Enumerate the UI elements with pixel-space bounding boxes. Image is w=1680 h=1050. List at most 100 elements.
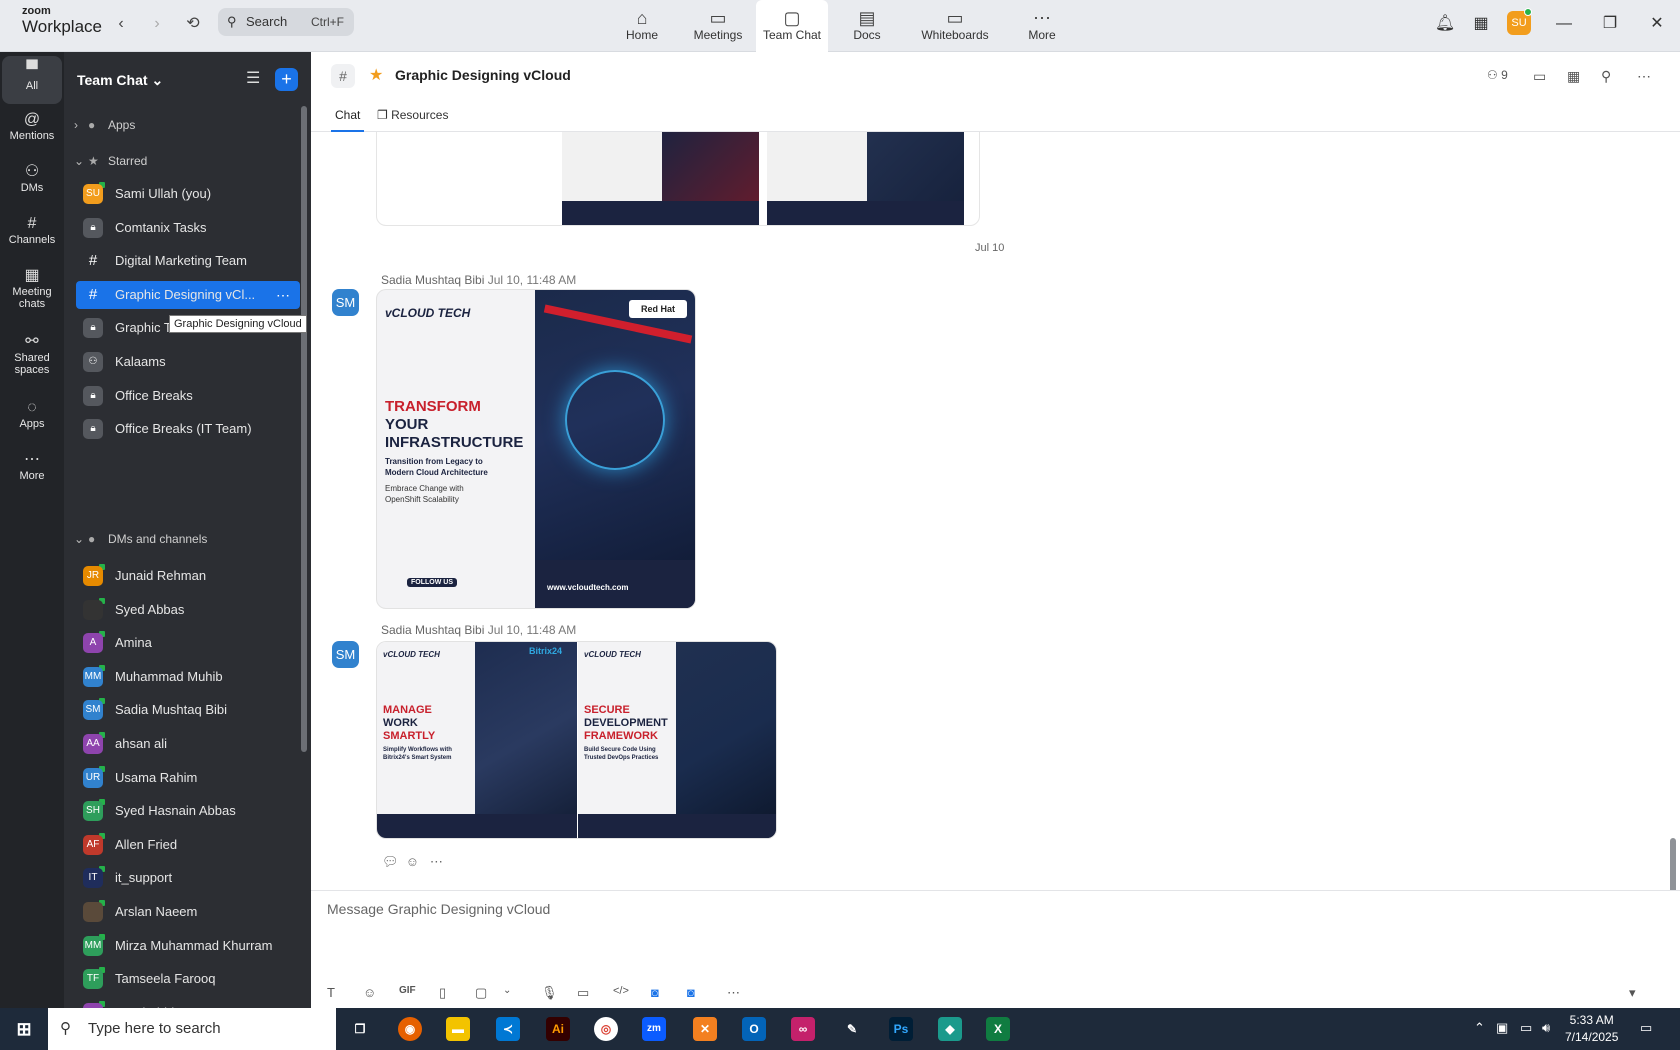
outlook-icon[interactable]: O	[742, 1017, 766, 1041]
history-icon[interactable]: ⟲	[183, 14, 203, 34]
prev-image-attachment[interactable]	[376, 132, 980, 226]
filter-icon[interactable]: ☰	[246, 68, 260, 88]
taskbar-search[interactable]: ⚲ Type here to search	[48, 1008, 336, 1050]
app-icon[interactable]: ◙	[651, 985, 659, 1000]
xampp-icon[interactable]: ✕	[693, 1017, 717, 1041]
rail-shared-spaces[interactable]: ⚯ Shared spaces	[2, 334, 62, 377]
photoshop-icon[interactable]: Ps	[889, 1017, 913, 1041]
bell-icon[interactable]: 🔔︎	[1433, 12, 1457, 36]
section-starred[interactable]: ⌄ ★ Starred	[74, 151, 147, 171]
tab-chat[interactable]: Chat	[331, 108, 365, 132]
pen-tool-icon[interactable]: ✎	[840, 1017, 864, 1041]
zoom-icon[interactable]: zm	[642, 1017, 666, 1041]
emoji-icon[interactable]: ☺	[363, 985, 376, 1000]
screenshot-icon[interactable]: ▢	[475, 985, 487, 1001]
task-view-icon[interactable]: ❐	[348, 1017, 372, 1041]
mic-icon[interactable]: 🎙︎	[541, 985, 558, 1001]
more-icon[interactable]: ⋯	[727, 985, 740, 1001]
chrome-icon[interactable]: ◎	[594, 1017, 618, 1041]
send-icon[interactable]: ▾	[1629, 985, 1636, 1001]
dms-item[interactable]: Syed Abbas	[76, 596, 300, 624]
tab-home[interactable]: ⌂ Home	[620, 0, 664, 52]
dms-item[interactable]: A Amina	[76, 629, 300, 657]
emoji-icon[interactable]: ☺	[406, 854, 419, 869]
file-icon[interactable]: ▯	[439, 985, 446, 1001]
search-box[interactable]: ⚲ Search Ctrl+F	[218, 8, 354, 36]
restore-icon[interactable]: ❐	[1598, 12, 1622, 36]
members-count[interactable]: ⚇ 9	[1487, 68, 1508, 82]
starred-item[interactable]: 🔒︎ Comtanix Tasks	[76, 214, 300, 242]
avatar[interactable]: SM	[332, 641, 359, 668]
chevron-down-icon[interactable]: ⌄	[503, 985, 511, 996]
firefox-icon[interactable]: ◉	[398, 1017, 422, 1041]
starred-item[interactable]: ⚇ Kalaams	[76, 348, 300, 376]
video-icon[interactable]: ▭	[1533, 68, 1546, 85]
more-icon[interactable]: ⋯	[276, 281, 290, 309]
poster-transform-image[interactable]: www.vcloudtech.com Red Hat vCLOUD TECH T…	[376, 289, 696, 609]
dms-item[interactable]: IT it_support	[76, 864, 300, 892]
rail-meeting-chats[interactable]: ▦ Meeting chats	[2, 268, 62, 311]
tab-more[interactable]: ⋯ More	[1025, 0, 1059, 52]
rail-channels[interactable]: # Channels	[2, 216, 62, 247]
taskbar-clock[interactable]: 5:33 AM 7/14/2025	[1565, 1012, 1618, 1046]
calendar-icon[interactable]: ▦	[1469, 12, 1493, 36]
more-icon[interactable]: ⋯	[1637, 68, 1651, 85]
creative-cloud-icon[interactable]: ∞	[791, 1017, 815, 1041]
whiteboard-icon[interactable]: ◙	[687, 985, 695, 1000]
code-icon[interactable]: </>	[613, 985, 629, 997]
vscode-icon[interactable]: ≺	[496, 1017, 520, 1041]
dms-item[interactable]: Arslan Naeem	[76, 898, 300, 926]
tab-meetings[interactable]: ▭ Meetings	[690, 0, 746, 52]
starred-item[interactable]: SU Sami Ullah (you)	[76, 180, 300, 208]
message-input[interactable]: Message Graphic Designing vCloud	[327, 901, 550, 917]
video-clip-icon[interactable]: ▭	[577, 985, 589, 1001]
volume-icon[interactable]: 🔊︎	[1542, 1020, 1550, 1036]
dms-item[interactable]: UR Usama Rahim	[76, 764, 300, 792]
rail-more[interactable]: ⋯ More	[2, 452, 62, 483]
windows-start-icon[interactable]: ⊞	[12, 1017, 36, 1041]
tab-resources[interactable]: ❐ Resources	[377, 108, 448, 132]
starred-item[interactable]: 🔒︎ Office Breaks (IT Team)	[76, 415, 300, 443]
reply-icon[interactable]: 💬︎	[382, 854, 399, 869]
rail-apps[interactable]: ◌ Apps	[2, 400, 62, 431]
file-explorer-icon[interactable]: ▬	[446, 1017, 470, 1041]
sidebar-title[interactable]: Team Chat ⌄	[77, 72, 163, 89]
calendar-icon[interactable]: ▦	[1567, 68, 1580, 85]
notifications-icon[interactable]: ▭	[1640, 1020, 1652, 1036]
rail-mentions[interactable]: @ Mentions	[2, 112, 62, 143]
search-icon[interactable]: ⚲	[1601, 68, 1611, 85]
sender-name[interactable]: Sadia Mushtaq Bibi	[381, 273, 484, 287]
excel-icon[interactable]: X	[986, 1017, 1010, 1041]
app-diamond-icon[interactable]: ◆	[938, 1017, 962, 1041]
channel-title[interactable]: Graphic Designing vCloud	[395, 67, 571, 83]
back-icon[interactable]: ‹	[111, 14, 131, 34]
dms-item[interactable]: SH Syed Hasnain Abbas	[76, 797, 300, 825]
new-chat-button[interactable]: +	[275, 68, 298, 91]
section-apps[interactable]: › ● Apps	[74, 115, 135, 135]
chevron-up-icon[interactable]: ⌃	[1474, 1020, 1485, 1036]
poster-pair-image[interactable]: Bitrix24 vCLOUD TECH MANAGE WORK SMARTLY…	[376, 641, 777, 839]
tab-docs[interactable]: ▤ Docs	[850, 0, 884, 52]
starred-item[interactable]: # Digital Marketing Team	[76, 247, 300, 275]
dms-item[interactable]: MM Mirza Muhammad Khurram	[76, 932, 300, 960]
star-icon[interactable]: ★	[369, 65, 383, 85]
starred-item[interactable]: 🔒︎ Office Breaks	[76, 382, 300, 410]
avatar[interactable]: SM	[332, 289, 359, 316]
close-icon[interactable]: ✕	[1645, 12, 1669, 36]
dms-item[interactable]: AA ahsan ali	[76, 730, 300, 758]
rail-all[interactable]: ▀ All	[2, 56, 62, 104]
more-icon[interactable]: ⋯	[430, 854, 443, 869]
format-icon[interactable]: T	[327, 985, 335, 1000]
sidebar-scrollbar[interactable]	[301, 106, 307, 752]
forward-icon[interactable]: ›	[147, 14, 167, 34]
message-composer[interactable]: Message Graphic Designing vCloud T ☺ GIF…	[311, 890, 1680, 1008]
dms-item[interactable]: TF Tamseela Farooq	[76, 965, 300, 993]
tab-team-chat[interactable]: ▢ Team Chat	[756, 0, 828, 52]
tab-whiteboards[interactable]: ▭ Whiteboards	[918, 0, 992, 52]
dms-item[interactable]: JR Junaid Rehman	[76, 562, 300, 590]
chat-scrollbar[interactable]	[1670, 838, 1676, 892]
network-icon[interactable]: ▭	[1520, 1020, 1532, 1036]
sender-name[interactable]: Sadia Mushtaq Bibi	[381, 623, 484, 637]
dms-item[interactable]: AF Allen Fried	[76, 831, 300, 859]
tray-app-icon[interactable]: ▣	[1496, 1020, 1508, 1036]
